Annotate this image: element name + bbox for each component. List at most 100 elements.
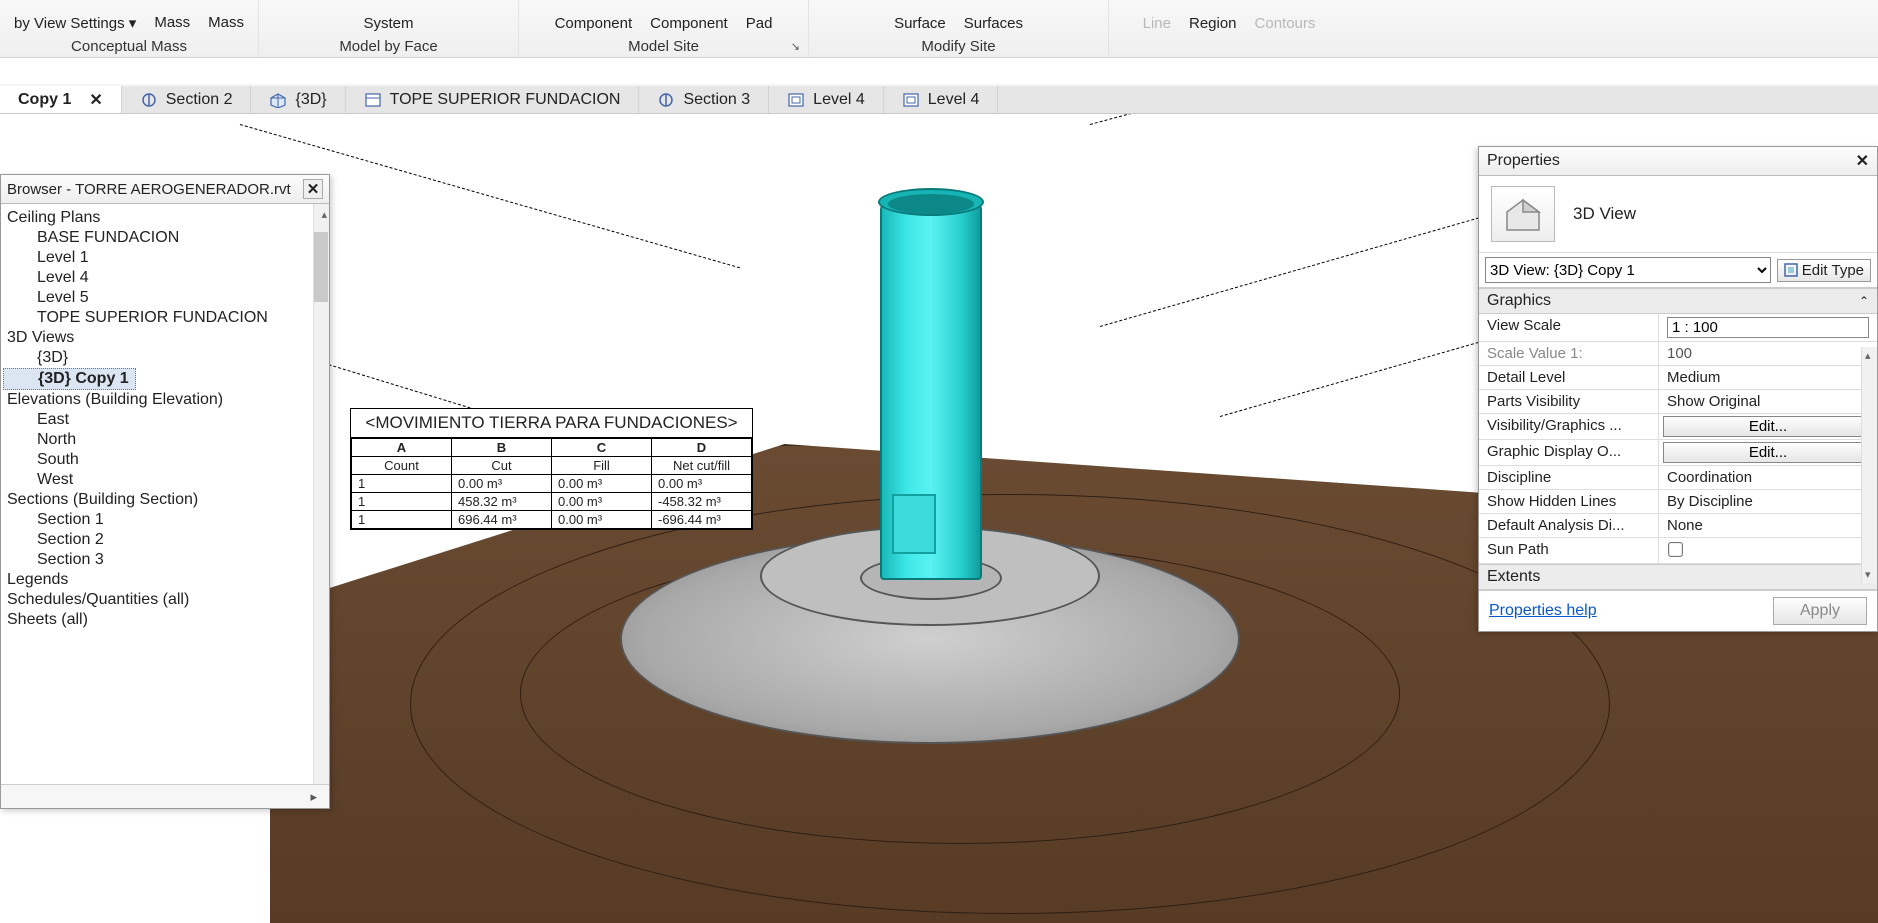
properties-title-bar[interactable]: Properties ✕ — [1479, 147, 1877, 176]
property-row[interactable]: Show Hidden LinesBy Discipline — [1479, 490, 1877, 514]
browser-node[interactable]: Section 3 — [3, 550, 329, 570]
ribbon-btn-component-2[interactable]: Component — [650, 15, 728, 32]
schedule-movimiento-tierra[interactable]: <MOVIMIENTO TIERRA PARA FUNDACIONES> ABC… — [350, 408, 753, 530]
property-row[interactable]: Parts VisibilityShow Original — [1479, 390, 1877, 414]
scroll-down-icon[interactable]: ▾ — [1865, 568, 1871, 581]
browser-node[interactable]: Ceiling Plans — [3, 208, 329, 228]
scroll-thumb[interactable] — [314, 232, 328, 302]
ribbon-group-model-site: Component Component Pad Model Site ↘ — [519, 0, 809, 57]
scroll-up-icon[interactable]: ▴ — [321, 208, 327, 221]
property-value[interactable]: Edit... — [1659, 414, 1877, 439]
view-tab[interactable]: TOPE SUPERIOR FUNDACION — [346, 86, 640, 113]
browser-node[interactable]: Level 4 — [3, 268, 329, 288]
close-icon[interactable]: ✕ — [1856, 151, 1869, 171]
view-tab[interactable]: {3D} — [251, 86, 345, 113]
ribbon-expander-icon[interactable]: ↘ — [791, 40, 802, 53]
property-row[interactable]: DisciplineCoordination — [1479, 466, 1877, 490]
view-tab[interactable]: Level 4 — [884, 86, 999, 113]
property-edit-button[interactable]: Edit... — [1663, 442, 1873, 463]
browser-node[interactable]: {3D} Copy 1 — [3, 368, 136, 390]
browser-node[interactable]: Level 1 — [3, 248, 329, 268]
property-value[interactable] — [1659, 314, 1877, 341]
edit-type-icon — [1784, 263, 1798, 277]
project-browser-tree[interactable]: Ceiling PlansBASE FUNDACIONLevel 1Level … — [1, 204, 329, 784]
ribbon-btn-mass-2[interactable]: Mass — [208, 14, 244, 32]
scrollbar[interactable]: ▴ — [313, 204, 329, 784]
property-value[interactable]: Edit... — [1659, 440, 1877, 465]
property-category-header[interactable]: Extents⌃ — [1479, 564, 1877, 590]
property-value: 100 — [1659, 342, 1877, 365]
property-row[interactable]: Sun Path — [1479, 538, 1877, 564]
property-row[interactable]: Detail LevelMedium — [1479, 366, 1877, 390]
view-tab[interactable]: Copy 1✕ — [0, 86, 122, 113]
property-name: Default Analysis Di... — [1479, 514, 1659, 537]
browser-node[interactable]: South — [3, 450, 329, 470]
property-value[interactable]: By Discipline — [1659, 490, 1877, 513]
browser-node[interactable]: East — [3, 410, 329, 430]
view-tabs: Copy 1✕Section 2{3D} TOPE SUPERIOR FUNDAC… — [0, 84, 1878, 114]
ribbon-btn-surface[interactable]: Surface — [894, 15, 946, 32]
project-browser-title-bar[interactable]: Browser - TORRE AEROGENERADOR.rvt ✕ — [1, 175, 329, 204]
scroll-right-icon[interactable]: ▸ — [310, 789, 317, 805]
browser-node[interactable]: West — [3, 470, 329, 490]
browser-node[interactable]: Sheets (all) — [3, 610, 329, 630]
property-edit-button[interactable]: Edit... — [1663, 416, 1873, 437]
plan-icon — [902, 92, 920, 108]
ribbon-btn-mass-1[interactable]: Mass — [154, 14, 190, 32]
schedule-row[interactable]: 10.00 m³0.00 m³0.00 m³ — [352, 475, 752, 493]
type-thumbnail — [1491, 186, 1555, 242]
properties-type-selector[interactable]: 3D View — [1479, 176, 1877, 253]
view-tab[interactable]: Level 4 — [769, 86, 884, 113]
schedule-cell: 458.32 m³ — [452, 493, 552, 511]
schedule-cell: -696.44 m³ — [652, 511, 752, 529]
property-checkbox[interactable] — [1668, 542, 1683, 557]
close-icon[interactable]: ✕ — [303, 179, 323, 199]
browser-node[interactable]: BASE FUNDACION — [3, 228, 329, 248]
tab-label: TOPE SUPERIOR FUNDACION — [390, 91, 621, 109]
browser-node[interactable]: {3D} — [3, 348, 329, 368]
browser-node[interactable]: TOPE SUPERIOR FUNDACION — [3, 308, 329, 328]
property-row[interactable]: Scale Value 1:100 — [1479, 342, 1877, 366]
properties-help-link[interactable]: Properties help — [1489, 602, 1597, 620]
browser-node[interactable]: Elevations (Building Elevation) — [3, 390, 329, 410]
browser-node[interactable]: North — [3, 430, 329, 450]
browser-node[interactable]: Schedules/Quantities (all) — [3, 590, 329, 610]
browser-node[interactable]: Section 1 — [3, 510, 329, 530]
apply-button[interactable]: Apply — [1773, 597, 1867, 625]
scroll-up-icon[interactable]: ▴ — [1865, 349, 1871, 362]
property-category-header[interactable]: Graphics⌃ — [1479, 288, 1877, 314]
schedule-row[interactable]: 1458.32 m³0.00 m³-458.32 m³ — [352, 493, 752, 511]
view-tab[interactable]: Section 3 — [639, 86, 769, 113]
schedule-row[interactable]: 1696.44 m³0.00 m³-696.44 m³ — [352, 511, 752, 529]
property-value[interactable]: Show Original — [1659, 390, 1877, 413]
ribbon-btn-system[interactable]: System — [364, 15, 414, 32]
ribbon-btn-component-1[interactable]: Component — [555, 15, 633, 32]
edit-type-button[interactable]: Edit Type — [1777, 259, 1871, 282]
viewport-3d[interactable]: <MOVIMIENTO TIERRA PARA FUNDACIONES> ABC… — [0, 114, 1878, 923]
browser-node[interactable]: Sections (Building Section) — [3, 490, 329, 510]
ribbon-btn-view-settings[interactable]: by View Settings ▾ — [14, 14, 136, 32]
property-value[interactable]: None — [1659, 514, 1877, 537]
ribbon-btn-pad[interactable]: Pad — [746, 15, 773, 32]
close-icon[interactable]: ✕ — [89, 90, 102, 110]
property-value[interactable]: Medium — [1659, 366, 1877, 389]
schedule-col-letter: B — [452, 439, 552, 457]
schedule-col-header: Net cut/fill — [652, 457, 752, 475]
property-name: Visibility/Graphics ... — [1479, 414, 1659, 439]
view-tab[interactable]: Section 2 — [122, 86, 252, 113]
ribbon-group-label — [1227, 36, 1231, 55]
browser-node[interactable]: Level 5 — [3, 288, 329, 308]
property-row[interactable]: Graphic Display O...Edit... — [1479, 440, 1877, 466]
ribbon-btn-surfaces[interactable]: Surfaces — [964, 15, 1023, 32]
browser-node[interactable]: Legends — [3, 570, 329, 590]
property-value[interactable]: Coordination — [1659, 466, 1877, 489]
property-row[interactable]: Default Analysis Di...None — [1479, 514, 1877, 538]
property-row[interactable]: Visibility/Graphics ...Edit... — [1479, 414, 1877, 440]
browser-node[interactable]: Section 2 — [3, 530, 329, 550]
property-input[interactable] — [1667, 317, 1869, 338]
property-value[interactable] — [1659, 538, 1877, 563]
instance-selector[interactable]: 3D View: {3D} Copy 1 — [1485, 257, 1771, 283]
properties-scrollbar[interactable]: ▴ ▾ — [1861, 347, 1877, 583]
browser-node[interactable]: 3D Views — [3, 328, 329, 348]
property-row[interactable]: View Scale — [1479, 314, 1877, 342]
